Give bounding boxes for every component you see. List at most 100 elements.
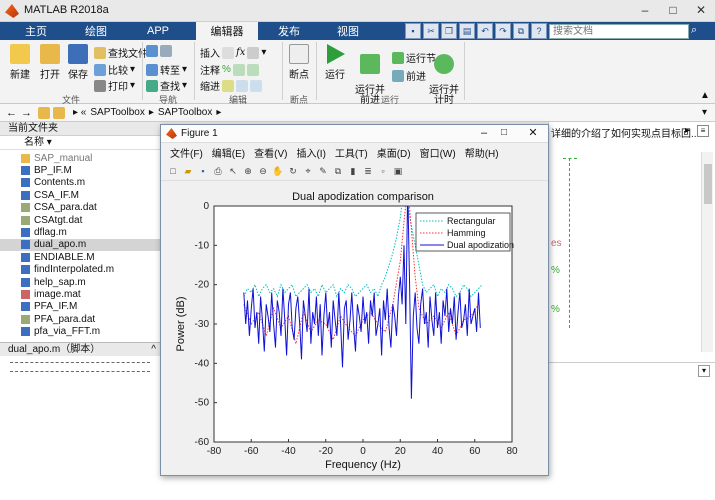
advance-button[interactable]: 前进: [392, 68, 426, 83]
paste-icon[interactable]: ▤: [459, 23, 475, 39]
print-figure-icon[interactable]: ⎙: [212, 165, 224, 177]
nav-back-button[interactable]: [146, 45, 172, 57]
pan-icon[interactable]: ✋: [272, 165, 284, 177]
zoom-out-icon[interactable]: ⊖: [257, 165, 269, 177]
run-button[interactable]: 运行: [320, 44, 350, 81]
file-name: CSA_IF.M: [34, 189, 80, 201]
figure-window[interactable]: Figure 1 – □ ✕ 文件(F) 编辑(E) 查看(V) 插入(I) 工…: [160, 124, 549, 476]
new-figure-icon[interactable]: □: [167, 165, 179, 177]
forward-arrow-icon[interactable]: →: [21, 107, 32, 119]
brush-icon[interactable]: ✎: [317, 165, 329, 177]
ribbon: 新建 打开 保存 查找文件 比较 ▾ 打印 ▾ 文件 转至 ▾ 查找 ▾ 导航 …: [0, 40, 715, 106]
print-button[interactable]: 打印 ▾: [94, 78, 135, 93]
hide-tools-icon[interactable]: ▫: [377, 165, 389, 177]
figure-close-button[interactable]: ✕: [521, 126, 545, 141]
path-segment[interactable]: SAPToolbox: [90, 107, 144, 118]
play-icon: [327, 44, 345, 64]
cut-icon[interactable]: ✂: [423, 23, 439, 39]
help-icon[interactable]: ?: [531, 23, 547, 39]
comment-button[interactable]: 注释%: [200, 62, 259, 77]
figure-minimize-button[interactable]: –: [481, 127, 487, 139]
file-item[interactable]: Contents.m: [0, 177, 162, 189]
undo-icon[interactable]: ↶: [477, 23, 493, 39]
minimize-button[interactable]: –: [631, 0, 659, 20]
x-tick-label: -80: [207, 446, 222, 457]
insert-button[interactable]: 插入 fx ▾: [200, 45, 266, 60]
file-item[interactable]: findInterpolated.m: [0, 264, 162, 276]
file-item[interactable]: ENDIABLE.M: [0, 251, 162, 263]
file-item[interactable]: dual_apo.m: [0, 238, 162, 252]
rotate-icon[interactable]: ↻: [287, 165, 299, 177]
zoom-in-icon[interactable]: ⊕: [242, 165, 254, 177]
menu-window[interactable]: 窗口(W): [420, 145, 456, 160]
file-item[interactable]: CSAtgt.dat: [0, 214, 162, 226]
file-item[interactable]: image.mat: [0, 288, 162, 300]
find-files-button[interactable]: 查找文件: [94, 45, 148, 60]
file-icon: [21, 277, 30, 287]
file-item[interactable]: PFA_para.dat: [0, 313, 162, 325]
menu-file[interactable]: 文件(F): [170, 145, 203, 160]
details-expand-icon[interactable]: ^: [151, 343, 156, 357]
back-arrow-icon[interactable]: ←: [6, 107, 17, 119]
colorbar-icon[interactable]: ▮: [347, 165, 359, 177]
menu-desktop[interactable]: 桌面(D): [377, 145, 411, 160]
redo-icon[interactable]: ↷: [495, 23, 511, 39]
legend-icon[interactable]: ≣: [362, 165, 374, 177]
file-item[interactable]: help_sap.m: [0, 276, 162, 288]
browse-folder-icon[interactable]: [53, 106, 65, 119]
group-separator: [194, 42, 195, 100]
close-button[interactable]: ✕: [687, 0, 715, 20]
path-segment[interactable]: SAPToolbox: [158, 107, 212, 118]
editor-menu-icon[interactable]: ≡: [697, 125, 709, 137]
command-window-menu-icon[interactable]: ▾: [698, 365, 710, 377]
menu-tools[interactable]: 工具(T): [335, 145, 368, 160]
editor-scroll-right-icon[interactable]: ▸: [685, 125, 690, 136]
link-plot-icon[interactable]: ⧉: [332, 165, 344, 177]
folder-up-icon[interactable]: [38, 106, 50, 119]
menu-help[interactable]: 帮助(H): [465, 145, 499, 160]
breakpoints-button[interactable]: 断点: [284, 44, 314, 81]
x-tick-label: 40: [432, 446, 444, 457]
new-button[interactable]: 新建: [6, 44, 34, 81]
tab-view[interactable]: 视图: [322, 22, 374, 40]
scrollbar-thumb[interactable]: [704, 164, 712, 204]
select-arrow-icon[interactable]: ↖: [227, 165, 239, 177]
tab-apps[interactable]: APP: [130, 22, 186, 40]
tab-editor[interactable]: 编辑器: [196, 22, 258, 40]
tab-home[interactable]: 主页: [10, 22, 62, 40]
x-tick-label: -20: [319, 446, 334, 457]
open-button[interactable]: 打开: [36, 44, 64, 81]
figure-maximize-button[interactable]: □: [501, 127, 507, 138]
save-ribbon-button[interactable]: 保存: [64, 44, 92, 81]
menu-insert[interactable]: 插入(I): [296, 145, 325, 160]
copy-icon[interactable]: ❐: [441, 23, 457, 39]
compare-button[interactable]: 比较 ▾: [94, 62, 135, 77]
file-item[interactable]: BP_IF.M: [0, 164, 162, 176]
name-column-header[interactable]: 名称 ▾: [0, 136, 162, 150]
save-icon[interactable]: ▪: [405, 23, 421, 39]
menu-edit[interactable]: 编辑(E): [212, 145, 245, 160]
tab-plots[interactable]: 绘图: [70, 22, 122, 40]
indent-button[interactable]: 缩进: [200, 78, 262, 93]
file-item[interactable]: pfa_via_FFT.m: [0, 326, 162, 338]
find-button[interactable]: 查找 ▾: [146, 78, 187, 93]
tab-publish[interactable]: 发布: [262, 22, 316, 40]
show-tools-icon[interactable]: ▣: [392, 165, 404, 177]
search-icon[interactable]: ⌕: [691, 24, 705, 38]
file-item[interactable]: dflag.m: [0, 226, 162, 238]
goto-button[interactable]: 转至 ▾: [146, 62, 187, 77]
file-item[interactable]: CSA_para.dat: [0, 202, 162, 214]
open-icon[interactable]: ▰: [182, 165, 194, 177]
data-cursor-icon[interactable]: ⌖: [302, 165, 314, 177]
file-item[interactable]: PFA_IF.M: [0, 301, 162, 313]
file-item[interactable]: SAP_manual: [0, 152, 162, 164]
file-item[interactable]: CSA_IF.M: [0, 189, 162, 201]
path-dropdown-icon[interactable]: ▾: [702, 107, 707, 118]
collapse-ribbon-icon[interactable]: ▲: [700, 90, 710, 101]
save-figure-icon[interactable]: ▪: [197, 165, 209, 177]
search-input[interactable]: [549, 24, 689, 39]
switch-window-icon[interactable]: ⧉: [513, 23, 529, 39]
maximize-button[interactable]: □: [659, 0, 687, 20]
menu-view[interactable]: 查看(V): [254, 145, 287, 160]
editor-scrollbar[interactable]: [701, 152, 713, 352]
